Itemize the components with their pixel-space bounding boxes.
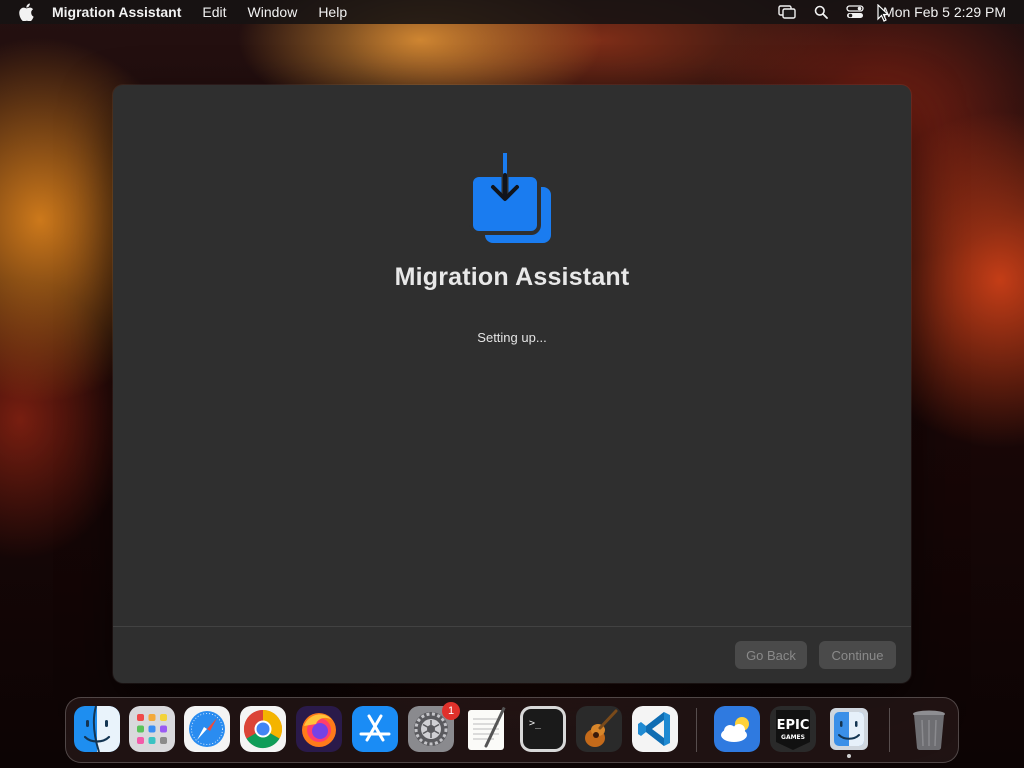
textedit-icon[interactable] — [464, 706, 510, 752]
firefox-icon[interactable] — [296, 706, 342, 752]
menu-edit[interactable]: Edit — [202, 4, 226, 20]
epic-games-icon[interactable]: EPIC GAMES — [770, 706, 816, 752]
garageband-icon[interactable] — [576, 706, 622, 752]
settings-icon[interactable]: 1 — [408, 702, 460, 752]
dock: 1 >_ EPIC GAMES — [65, 697, 959, 763]
weather-icon[interactable] — [714, 706, 760, 752]
notification-badge: 1 — [442, 702, 460, 720]
migration-finder-icon[interactable] — [826, 706, 872, 758]
mouse-cursor-icon — [877, 4, 889, 22]
status-message: Setting up... — [477, 330, 547, 345]
chrome-icon[interactable] — [240, 706, 286, 752]
screen-mirroring-icon[interactable] — [777, 2, 797, 22]
migration-assistant-window: Migration Assistant Setting up... Go Bac… — [113, 85, 911, 683]
menu-bar: Migration Assistant Edit Window Help Mon… — [0, 0, 1024, 24]
menu-clock[interactable]: Mon Feb 5 2:29 PM — [883, 4, 1006, 20]
games-label: GAMES — [781, 734, 805, 741]
terminal-icon[interactable]: >_ — [520, 706, 566, 752]
control-center-icon[interactable] — [845, 2, 865, 22]
footer-divider — [113, 626, 911, 627]
search-icon[interactable] — [811, 2, 831, 22]
epic-label: EPIC — [777, 718, 810, 733]
launchpad-icon[interactable] — [129, 706, 175, 752]
apple-menu-icon[interactable] — [16, 2, 36, 22]
go-back-button[interactable]: Go Back — [735, 641, 807, 669]
terminal-prompt: >_ — [529, 718, 542, 729]
dock-separator — [696, 708, 697, 752]
menu-help[interactable]: Help — [318, 4, 347, 20]
finder-icon[interactable] — [74, 706, 120, 752]
safari-icon[interactable] — [184, 706, 230, 752]
continue-button[interactable]: Continue — [819, 641, 896, 669]
page-title: Migration Assistant — [394, 263, 630, 291]
menu-app-name[interactable]: Migration Assistant — [52, 4, 181, 20]
running-indicator — [847, 754, 851, 758]
migration-download-icon — [469, 153, 551, 243]
vscode-icon[interactable] — [632, 706, 678, 752]
menu-window[interactable]: Window — [248, 4, 298, 20]
app-store-icon[interactable] — [352, 706, 398, 752]
dock-separator — [889, 708, 890, 752]
trash-icon[interactable] — [906, 706, 952, 752]
